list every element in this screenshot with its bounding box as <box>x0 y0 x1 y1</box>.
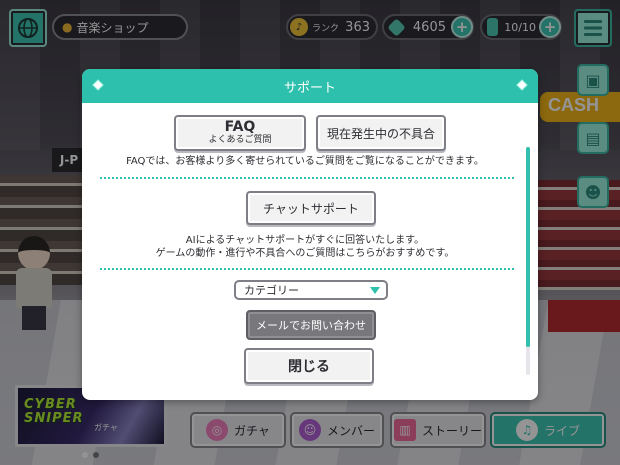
diamond-decoration-icon <box>516 79 528 91</box>
close-button[interactable]: 閉じる <box>244 348 374 384</box>
dialog-body: FAQ よくあるご質問 現在発生中の不具合 FAQでは、お客様より多く寄せられて… <box>82 103 530 400</box>
category-select[interactable]: カテゴリー <box>234 280 388 300</box>
chat-description-line2: ゲームの動作・進行や不具合へのご質問はこちらがおすすめです。 <box>155 248 455 259</box>
caret-down-icon <box>370 287 380 294</box>
dialog-header: サポート <box>82 69 538 103</box>
section-divider <box>100 268 514 270</box>
chat-description-line1: AIによるチャットサポートがすぐに回答いたします。 <box>185 235 425 246</box>
support-dialog: サポート FAQ よくあるご質問 現在発生中の不具合 FAQでは、お客様より多く… <box>82 69 538 400</box>
faq-button-label: FAQ <box>224 119 256 135</box>
chat-support-button[interactable]: チャットサポート <box>246 191 376 225</box>
faq-button[interactable]: FAQ よくあるご質問 <box>174 115 306 151</box>
section-divider <box>100 177 514 179</box>
mail-inquiry-button: メールでお問い合わせ <box>246 310 376 340</box>
current-issues-label: 現在発生中の不具合 <box>326 126 435 141</box>
faq-description: FAQでは、お客様より多く寄せられているご質問をご覧になることができます。 <box>126 156 484 167</box>
faq-button-sublabel: よくあるご質問 <box>208 135 272 145</box>
dialog-title: サポート <box>283 80 336 96</box>
chat-support-label: チャットサポート <box>263 201 359 216</box>
close-button-label: 閉じる <box>288 359 330 375</box>
category-select-value: カテゴリー <box>244 284 299 297</box>
mail-inquiry-label: メールでお問い合わせ <box>256 319 366 332</box>
scrollbar-thumb[interactable] <box>526 147 530 347</box>
dialog-scrollbar[interactable] <box>526 147 530 375</box>
diamond-decoration-icon <box>92 79 104 91</box>
current-issues-button[interactable]: 現在発生中の不具合 <box>316 115 446 151</box>
